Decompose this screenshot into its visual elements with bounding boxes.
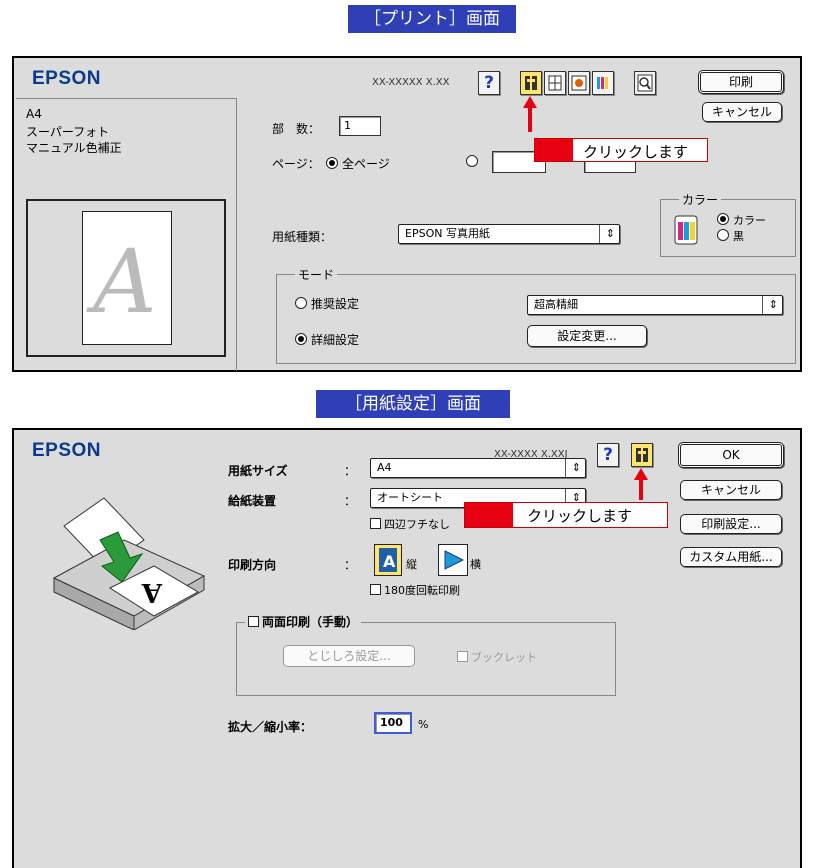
quality-select[interactable]: 超高精細 ⇕ (527, 295, 783, 315)
custom-paper-button[interactable]: カスタム用紙... (680, 547, 782, 567)
epson-logo: EPSON (32, 68, 102, 89)
ink-cartridge-icon (673, 214, 699, 250)
help-button[interactable]: ? (597, 443, 619, 467)
color-group-title: カラー (679, 191, 722, 208)
print-dialog: EPSON XX-XXXXX X.XX ? 印刷 キャンセル A4 スーパーフォ… (12, 56, 802, 372)
black-radio[interactable]: 黒 (717, 228, 744, 244)
page-preview-frame: A (26, 199, 226, 357)
pages-all-radio[interactable]: 全ページ (326, 155, 390, 172)
cancel-button[interactable]: キャンセル (702, 102, 782, 122)
orientation-label: 印刷方向 (228, 558, 277, 572)
binding-margin-button[interactable]: とじしろ設定... (283, 645, 415, 667)
scale-label: 拡大／縮小率： (228, 720, 313, 734)
paper-type-select[interactable]: EPSON 写真用紙 ⇕ (398, 224, 620, 244)
portrait-icon[interactable]: A (374, 544, 402, 576)
page-setup-heading: ［用紙設定］画面 (316, 390, 510, 418)
duplex-group: 両面印刷（手動） とじしろ設定... ブックレット (236, 613, 616, 696)
color-radio[interactable]: カラー (717, 212, 766, 228)
copies-label: 部 数： (272, 122, 321, 136)
portrait-label: 縦 (406, 558, 417, 571)
orientation-colon: ： (344, 558, 357, 572)
booklet-checkbox[interactable]: ブックレット (457, 649, 537, 665)
chevron-updown-icon: ⇕ (761, 296, 778, 314)
cancel-button[interactable]: キャンセル (680, 480, 782, 500)
chevron-updown-icon: ⇕ (598, 225, 615, 243)
summary-paper-size: A4 (26, 107, 42, 121)
callout-arrow-shaft (639, 478, 643, 500)
paper-size-colon: ： (344, 464, 357, 478)
epson-logo: EPSON (32, 440, 102, 461)
paper-size-select[interactable]: A4 ⇕ (370, 458, 586, 478)
chevron-updown-icon: ⇕ (564, 459, 581, 477)
settings-change-button[interactable]: 設定変更... (527, 325, 647, 347)
page-setup-icon[interactable] (520, 71, 542, 95)
preview-icon[interactable] (634, 71, 656, 95)
svg-text:A: A (383, 552, 396, 571)
mode-group-title: モード (295, 266, 338, 283)
ok-button[interactable]: OK (678, 442, 784, 468)
mode-advanced-radio[interactable]: 詳細設定 (295, 331, 359, 348)
print-settings-icon[interactable] (631, 443, 653, 467)
layout-icon[interactable] (544, 71, 566, 95)
mode-recommended-radio[interactable]: 推奨設定 (295, 295, 359, 312)
ink-status-icon[interactable] (592, 71, 614, 95)
mode-group: モード 推奨設定 詳細設定 超高精細 ⇕ 設定変更... (276, 266, 796, 364)
pages-label: ページ： (272, 157, 320, 171)
paper-type-label: 用紙種類： (272, 230, 333, 244)
print-screen-heading: ［プリント］画面 (348, 5, 516, 33)
help-button[interactable]: ? (478, 71, 500, 95)
page-preview: A (82, 211, 172, 345)
preview-letter: A (93, 230, 157, 333)
summary-panel: A4 スーパーフォト マニュアル色補正 A (16, 98, 237, 371)
page-setup-dialog: EPSON XX-XXXX X.XXJ ? OK キャンセル 印刷設定... カ… (12, 428, 802, 868)
color-group: カラー カラー 黒 (660, 191, 796, 257)
print-settings-button[interactable]: 印刷設定... (680, 514, 782, 534)
click-callout: クリックします (534, 138, 708, 162)
background-print-icon[interactable] (568, 71, 590, 95)
print-button[interactable]: 印刷 (698, 70, 784, 94)
printer-illustration: A (34, 470, 224, 634)
summary-media: スーパーフォト (26, 125, 110, 139)
copies-input[interactable]: 1 (339, 116, 381, 136)
scale-input[interactable]: 100 (374, 712, 412, 734)
landscape-icon[interactable] (438, 544, 468, 576)
paper-source-colon: ： (344, 494, 357, 508)
duplex-checkbox[interactable]: 両面印刷（手動） (245, 613, 362, 630)
svg-text:A: A (141, 577, 163, 607)
callout-arrow-shaft (528, 106, 532, 132)
paper-source-label: 給紙装置 (228, 494, 277, 508)
borderless-checkbox[interactable]: 四辺フチなし (370, 516, 450, 532)
scale-unit: % (418, 718, 429, 731)
summary-color-mode: マニュアル色補正 (26, 141, 122, 155)
paper-size-label: 用紙サイズ (228, 464, 288, 478)
pages-range-radio[interactable] (466, 155, 482, 169)
click-callout: クリックします (464, 502, 668, 528)
landscape-label: 横 (470, 558, 481, 571)
rotate-180-checkbox[interactable]: 180度回転印刷 (370, 582, 460, 598)
driver-version: XX-XXXXX X.XX (372, 77, 450, 88)
